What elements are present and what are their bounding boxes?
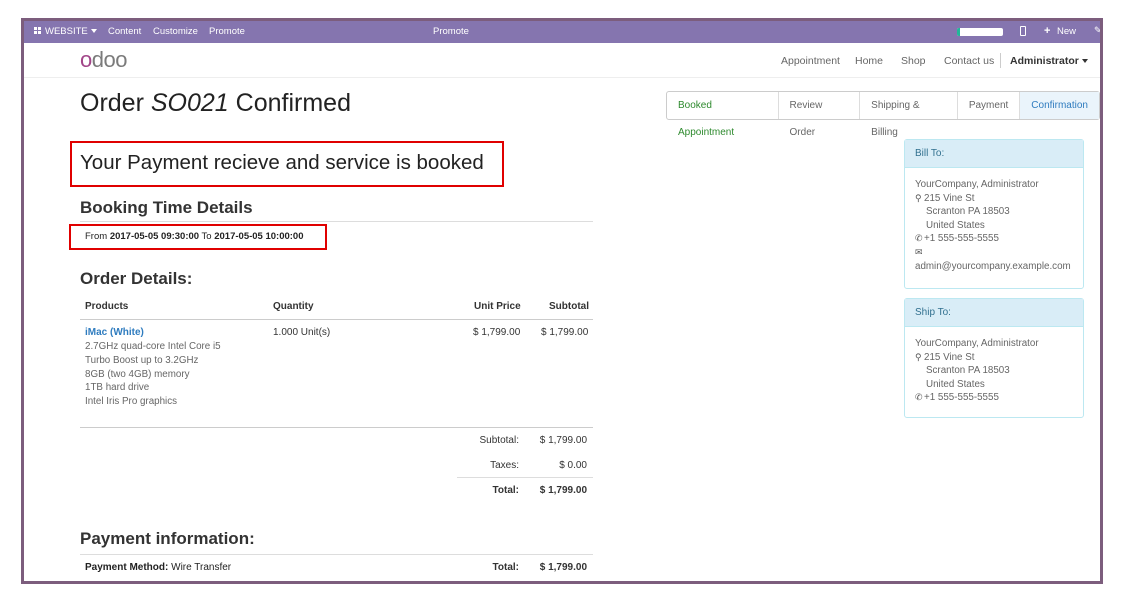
product-desc-line: 1TB hard drive — [85, 382, 150, 393]
map-marker-icon: ⚲ — [915, 192, 922, 203]
nav-appointment[interactable]: Appointment — [781, 55, 840, 67]
unit-price-value: $ 1,799.00 — [473, 327, 521, 338]
nav-shop[interactable]: Shop — [901, 55, 926, 67]
payment-method-label: Payment Method: — [85, 562, 169, 573]
to-time: 2017-05-05 10:00:00 — [214, 231, 304, 242]
browser-frame: WEBSITE Content Customize Promote Promot… — [21, 18, 1103, 584]
bill-name: YourCompany, Administrator — [915, 179, 1039, 190]
user-menu[interactable]: Administrator — [1010, 55, 1088, 67]
step-payment[interactable]: Payment — [958, 92, 1021, 119]
subtotal-amount: $ 1,799.00 — [539, 435, 587, 446]
subtotal-value: $ 1,799.00 — [541, 327, 589, 338]
title-suffix: Confirmed — [228, 89, 351, 117]
odoo-logo[interactable]: odoo — [80, 47, 127, 73]
divider — [80, 221, 593, 222]
ship-street: 215 Vine St — [924, 351, 975, 363]
col-subtotal: Subtotal — [549, 301, 589, 312]
bill-city: Scranton PA 18503 — [926, 206, 1010, 218]
publish-toggle[interactable] — [957, 28, 1003, 36]
site-navbar: odoo Appointment Home Shop Contact us Ad… — [24, 43, 1100, 78]
apps-grid-icon — [34, 27, 43, 35]
ship-country: United States — [926, 378, 985, 390]
confirmation-message: Your Payment recieve and service is book… — [80, 151, 484, 174]
col-unit-price: Unit Price — [474, 301, 521, 312]
step-booked-appointment[interactable]: Booked Appointment — [667, 92, 779, 138]
booking-time: From 2017-05-05 09:30:00 To 2017-05-05 1… — [85, 231, 304, 242]
payment-total-amount: $ 1,799.00 — [539, 562, 587, 573]
phone-icon: ✆ — [915, 233, 923, 244]
customize-menu[interactable]: Customize — [153, 26, 198, 37]
total-label: Total: — [492, 485, 519, 496]
taxes-label: Taxes: — [490, 460, 519, 471]
table-header-rule — [80, 319, 593, 320]
plus-icon[interactable]: + — [1044, 25, 1050, 37]
col-quantity: Quantity — [273, 301, 314, 312]
website-menu[interactable]: WEBSITE — [34, 26, 97, 37]
user-name: Administrator — [1010, 55, 1079, 67]
page-title: Order SO021 Confirmed — [80, 89, 351, 118]
ship-phone: +1 555-555-5555 — [924, 392, 999, 404]
from-time: 2017-05-05 09:30:00 — [109, 231, 200, 242]
promote-menu[interactable]: Promote — [209, 26, 245, 37]
divider — [80, 554, 593, 555]
product-desc-line: 2.7GHz quad-core Intel Core i5 — [85, 341, 221, 352]
step-review-order[interactable]: Review Order — [779, 92, 861, 138]
content-menu[interactable]: Content — [108, 26, 141, 37]
bill-country: United States — [926, 219, 985, 231]
product-link[interactable]: iMac (White) — [85, 327, 144, 338]
edit-icon[interactable]: ✎ — [1094, 25, 1100, 36]
subtotal-label: Subtotal: — [479, 435, 519, 446]
chevron-down-icon — [1081, 59, 1088, 63]
to-label: To — [201, 231, 212, 242]
col-products: Products — [85, 301, 129, 312]
payment-method: Payment Method: Wire Transfer — [85, 562, 231, 573]
product-desc-line: Intel Iris Pro graphics — [85, 396, 178, 407]
chevron-down-icon — [90, 29, 97, 33]
checkout-wizard: Booked Appointment Review Order Shipping… — [666, 91, 1100, 138]
map-marker-icon: ⚲ — [915, 351, 922, 362]
payment-heading: Payment information: — [80, 529, 255, 548]
envelope-icon: ✉ — [915, 246, 923, 257]
step-shipping-billing[interactable]: Shipping & Billing — [860, 92, 958, 138]
from-label: From — [85, 231, 108, 242]
payment-total-label: Total: — [492, 562, 519, 573]
table-bottom-rule — [80, 427, 593, 428]
promote-center-label[interactable]: Promote — [433, 26, 469, 37]
nav-divider — [1000, 53, 1001, 68]
bill-phone: +1 555-555-5555 — [924, 233, 999, 245]
mobile-preview-icon[interactable] — [1020, 26, 1026, 36]
product-desc-line: Turbo Boost up to 3.2GHz — [85, 355, 199, 366]
ship-name: YourCompany, Administrator — [915, 338, 1039, 349]
payment-method-value: Wire Transfer — [171, 562, 232, 573]
order-reference: SO021 — [150, 89, 229, 117]
booking-heading: Booking Time Details — [80, 198, 253, 217]
nav-home[interactable]: Home — [855, 55, 883, 67]
quantity-value: 1.000 Unit(s) — [273, 327, 331, 338]
admin-bar: WEBSITE Content Customize Promote Promot… — [24, 21, 1100, 43]
total-amount: $ 1,799.00 — [539, 485, 587, 496]
website-menu-label: WEBSITE — [45, 26, 88, 37]
totals-rule — [457, 477, 593, 478]
ship-city: Scranton PA 18503 — [926, 365, 1010, 377]
new-button[interactable]: New — [1057, 26, 1076, 37]
phone-icon: ✆ — [915, 392, 923, 403]
title-prefix: Order — [80, 89, 151, 117]
step-confirmation[interactable]: Confirmation — [1020, 92, 1099, 119]
taxes-amount: $ 0.00 — [559, 460, 587, 471]
ship-to-title: Ship To: — [905, 299, 1083, 327]
nav-contact-us[interactable]: Contact us — [944, 55, 994, 67]
ship-to-panel: Ship To: YourCompany, Administrator ⚲ 215… — [904, 298, 1084, 418]
bill-street: 215 Vine St — [924, 192, 975, 204]
product-desc-line: 8GB (two 4GB) memory — [85, 369, 190, 380]
order-heading: Order Details: — [80, 269, 193, 288]
bill-to-panel: Bill To: YourCompany, Administrator ⚲ 215… — [904, 139, 1084, 289]
bill-to-title: Bill To: — [905, 140, 1083, 168]
bill-email: admin@yourcompany.example.com — [915, 260, 1071, 272]
